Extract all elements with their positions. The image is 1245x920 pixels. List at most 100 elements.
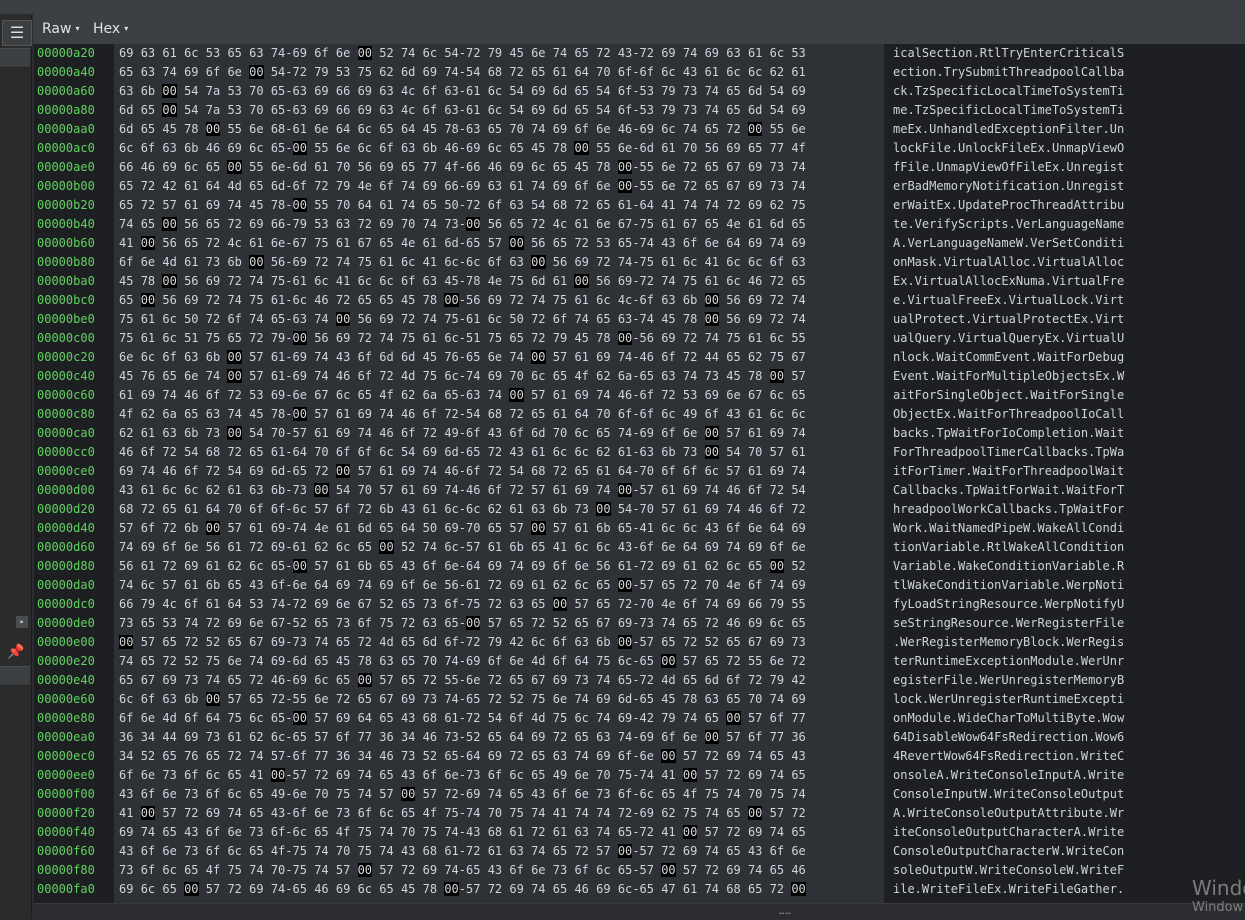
row-bytes[interactable]: 56 61 72 69 61 62 6c 65-00 57 61 6b 65 4… [119, 557, 806, 576]
hex-row[interactable]: 00000ac0 6c 6f 63 6b 46 69 6c 65-00 55 6e… [34, 139, 1245, 158]
hex-dropdown[interactable]: Hex ▾ [93, 21, 128, 37]
row-ascii[interactable]: itForTimer.WaitForThreadpoolWait [893, 462, 1124, 481]
row-ascii[interactable]: nlock.WaitCommEvent.WaitForDebug [893, 348, 1124, 367]
row-ascii[interactable]: Variable.WakeConditionVariable.R [893, 557, 1124, 576]
row-ascii[interactable]: icalSection.RtlTryEnterCriticalS [893, 44, 1124, 63]
row-ascii[interactable]: terRuntimeExceptionModule.WerUnr [893, 652, 1124, 671]
row-bytes[interactable]: 73 6f 6c 65 4f 75 74 70-75 74 57 00 57 7… [119, 861, 806, 880]
row-bytes[interactable]: 41 00 57 72 69 74 65 43-6f 6e 73 6f 6c 6… [119, 804, 806, 823]
row-bytes[interactable]: 6f 6e 4d 61 73 6b 00 56-69 72 74 75 61 6… [119, 253, 806, 272]
row-ascii[interactable]: onsoleA.WriteConsoleInputA.Write [893, 766, 1124, 785]
hex-row[interactable]: 00000f00 43 6f 6e 73 6f 6c 65 49-6e 70 75… [34, 785, 1245, 804]
row-bytes[interactable]: 57 6f 72 6b 00 57 61 69-74 4e 61 6d 65 6… [119, 519, 806, 538]
hex-row[interactable]: 00000b80 6f 6e 4d 61 73 6b 00 56-69 72 74… [34, 253, 1245, 272]
row-bytes[interactable]: 6e 6c 6f 63 6b 00 57 61-69 74 43 6f 6d 6… [119, 348, 806, 367]
hex-row[interactable]: 00000e40 65 67 69 73 74 65 72 46-69 6c 65… [34, 671, 1245, 690]
row-bytes[interactable]: 43 61 6c 6c 62 61 63 6b-73 00 54 70 57 6… [119, 481, 806, 500]
row-bytes[interactable]: 6f 6e 4d 6f 64 75 6c 65-00 57 69 64 65 4… [119, 709, 806, 728]
row-bytes[interactable]: 34 52 65 76 65 72 74 57-6f 77 36 34 46 7… [119, 747, 806, 766]
row-ascii[interactable]: seStringResource.WerRegisterFile [893, 614, 1124, 633]
row-ascii[interactable]: aitForSingleObject.WaitForSingle [893, 386, 1124, 405]
row-bytes[interactable]: 66 46 69 6c 65 00 55 6e-6d 61 70 56 69 6… [119, 158, 806, 177]
hex-row[interactable]: 00000d00 43 61 6c 6c 62 61 63 6b-73 00 54… [34, 481, 1245, 500]
row-bytes[interactable]: 43 6f 6e 73 6f 6c 65 4f-75 74 70 75 74 4… [119, 842, 806, 861]
side-panel-button[interactable] [0, 666, 30, 686]
hex-row[interactable]: 00000aa0 6d 65 45 78 00 55 6e 68-61 6e 64… [34, 120, 1245, 139]
row-bytes[interactable]: 75 61 6c 50 72 6f 74 65-63 74 00 56 69 7… [119, 310, 806, 329]
row-ascii[interactable]: iteConsoleOutputCharacterA.Write [893, 823, 1124, 842]
hex-row[interactable]: 00000ca0 62 61 63 6b 73 00 54 70-57 61 69… [34, 424, 1245, 443]
row-ascii[interactable]: 4RevertWow64FsRedirection.WriteC [893, 747, 1124, 766]
row-bytes[interactable]: 62 61 63 6b 73 00 54 70-57 61 69 74 46 6… [119, 424, 806, 443]
row-bytes[interactable]: 66 79 4c 6f 61 64 53 74-72 69 6e 67 52 6… [119, 595, 806, 614]
hex-row[interactable]: 00000cc0 46 6f 72 54 68 72 65 61-64 70 6f… [34, 443, 1245, 462]
raw-dropdown[interactable]: Raw ▾ [42, 21, 79, 37]
row-ascii[interactable]: ck.TzSpecificLocalTimeToSystemTi [893, 82, 1124, 101]
row-bytes[interactable]: 65 67 69 73 74 65 72 46-69 6c 65 00 57 6… [119, 671, 806, 690]
row-bytes[interactable]: 69 63 61 6c 53 65 63 74-69 6f 6e 00 52 7… [119, 44, 806, 63]
row-bytes[interactable]: 75 61 6c 51 75 65 72 79-00 56 69 72 74 7… [119, 329, 806, 348]
row-ascii[interactable]: Callbacks.TpWaitForWait.WaitForT [893, 481, 1124, 500]
row-bytes[interactable]: 43 6f 6e 73 6f 6c 65 49-6e 70 75 74 57 0… [119, 785, 806, 804]
row-ascii[interactable]: fyLoadStringResource.WerpNotifyU [893, 595, 1124, 614]
row-bytes[interactable]: 46 6f 72 54 68 72 65 61-64 70 6f 6f 6c 5… [119, 443, 806, 462]
row-bytes[interactable]: 65 72 42 61 64 4d 65 6d-6f 72 79 4e 6f 7… [119, 177, 806, 196]
hex-row[interactable]: 00000d60 74 69 6f 6e 56 61 72 69-61 62 6c… [34, 538, 1245, 557]
hex-row[interactable]: 00000a40 65 63 74 69 6f 6e 00 54-72 79 53… [34, 63, 1245, 82]
row-bytes[interactable]: 73 65 53 74 72 69 6e 67-52 65 73 6f 75 7… [119, 614, 806, 633]
hex-row[interactable]: 00000ce0 69 74 46 6f 72 54 69 6d-65 72 00… [34, 462, 1245, 481]
chevron-right-icon[interactable]: ▸ [16, 616, 28, 628]
hex-row[interactable]: 00000da0 74 6c 57 61 6b 65 43 6f-6e 64 69… [34, 576, 1245, 595]
hex-row[interactable]: 00000f60 43 6f 6e 73 6f 6c 65 4f-75 74 70… [34, 842, 1245, 861]
hex-row[interactable]: 00000a60 63 6b 00 54 7a 53 70 65-63 69 66… [34, 82, 1245, 101]
hex-row[interactable]: 00000c60 61 69 74 46 6f 72 53 69-6e 67 6c… [34, 386, 1245, 405]
row-ascii[interactable]: fFile.UnmapViewOfFileEx.Unregist [893, 158, 1124, 177]
row-bytes[interactable]: 6d 65 45 78 00 55 6e 68-61 6e 64 6c 65 6… [119, 120, 806, 139]
row-ascii[interactable]: ConsoleInputW.WriteConsoleOutput [893, 785, 1124, 804]
resize-grip-icon[interactable]: …… [779, 907, 792, 917]
row-ascii[interactable]: onModule.WideCharToMultiByte.Wow [893, 709, 1124, 728]
hex-row[interactable]: 00000e20 74 65 72 52 75 6e 74 69-6d 65 45… [34, 652, 1245, 671]
row-bytes[interactable]: 61 69 74 46 6f 72 53 69-6e 67 6c 65 4f 6… [119, 386, 806, 405]
row-ascii[interactable]: 64DisableWow64FsRedirection.Wow6 [893, 728, 1124, 747]
row-ascii[interactable]: ualQuery.VirtualQueryEx.VirtualU [893, 329, 1124, 348]
row-ascii[interactable]: A.VerLanguageNameW.VerSetConditi [893, 234, 1124, 253]
hex-row[interactable]: 00000e80 6f 6e 4d 6f 64 75 6c 65-00 57 69… [34, 709, 1245, 728]
row-ascii[interactable]: backs.TpWaitForIoCompletion.Wait [893, 424, 1124, 443]
hex-row[interactable]: 00000b00 65 72 42 61 64 4d 65 6d-6f 72 79… [34, 177, 1245, 196]
row-ascii[interactable]: erWaitEx.UpdateProcThreadAttribu [893, 196, 1124, 215]
row-bytes[interactable]: 68 72 65 61 64 70 6f 6f-6c 57 6f 72 6b 4… [119, 500, 806, 519]
hex-row[interactable]: 00000de0 73 65 53 74 72 69 6e 67-52 65 73… [34, 614, 1245, 633]
row-bytes[interactable]: 69 6c 65 00 57 72 69 74-65 46 69 6c 65 4… [119, 880, 806, 899]
row-bytes[interactable]: 4f 62 6a 65 63 74 45 78-00 57 61 69 74 4… [119, 405, 806, 424]
row-bytes[interactable]: 65 63 74 69 6f 6e 00 54-72 79 53 75 62 6… [119, 63, 806, 82]
hamburger-menu-icon[interactable]: ☰ [2, 20, 32, 46]
row-bytes[interactable]: 69 74 65 43 6f 6e 73 6f-6c 65 4f 75 74 7… [119, 823, 806, 842]
row-bytes[interactable]: 6d 65 00 54 7a 53 70 65-63 69 66 69 63 4… [119, 101, 806, 120]
row-bytes[interactable]: 6c 6f 63 6b 00 57 65 72-55 6e 72 65 67 6… [119, 690, 806, 709]
hex-row[interactable]: 00000d40 57 6f 72 6b 00 57 61 69-74 4e 61… [34, 519, 1245, 538]
pin-icon[interactable]: 📌 [6, 642, 26, 662]
row-bytes[interactable]: 74 6c 57 61 6b 65 43 6f-6e 64 69 74 69 6… [119, 576, 806, 595]
hex-row[interactable]: 00000d80 56 61 72 69 61 62 6c 65-00 57 61… [34, 557, 1245, 576]
row-bytes[interactable]: 00 57 65 72 52 65 67 69-73 74 65 72 4d 6… [119, 633, 806, 652]
row-bytes[interactable]: 74 65 72 52 75 6e 74 69-6d 65 45 78 63 6… [119, 652, 806, 671]
row-bytes[interactable]: 45 78 00 56 69 72 74 75-61 6c 41 6c 6c 6… [119, 272, 806, 291]
hex-row[interactable]: 00000e00 00 57 65 72 52 65 67 69-73 74 65… [34, 633, 1245, 652]
row-ascii[interactable]: te.VerifyScripts.VerLanguageName [893, 215, 1124, 234]
row-bytes[interactable]: 74 65 00 56 65 72 69 66-79 53 63 72 69 7… [119, 215, 806, 234]
row-bytes[interactable]: 36 34 44 69 73 61 62 6c-65 57 6f 77 36 3… [119, 728, 806, 747]
row-ascii[interactable]: hreadpoolWorkCallbacks.TpWaitFor [893, 500, 1124, 519]
row-ascii[interactable]: me.TzSpecificLocalTimeToSystemTi [893, 101, 1124, 120]
row-ascii[interactable]: onMask.VirtualAlloc.VirtualAlloc [893, 253, 1124, 272]
hex-row[interactable]: 00000e60 6c 6f 63 6b 00 57 65 72-55 6e 72… [34, 690, 1245, 709]
hex-row[interactable]: 00000c00 75 61 6c 51 75 65 72 79-00 56 69… [34, 329, 1245, 348]
row-ascii[interactable]: ObjectEx.WaitForThreadpoolIoCall [893, 405, 1124, 424]
row-ascii[interactable]: erBadMemoryNotification.Unregist [893, 177, 1124, 196]
row-bytes[interactable]: 6c 6f 63 6b 46 69 6c 65-00 55 6e 6c 6f 6… [119, 139, 806, 158]
row-bytes[interactable]: 45 76 65 6e 74 00 57 61-69 74 46 6f 72 4… [119, 367, 806, 386]
row-ascii[interactable]: Ex.VirtualAllocExNuma.VirtualFre [893, 272, 1124, 291]
row-ascii[interactable]: lock.WerUnregisterRuntimeExcepti [893, 690, 1124, 709]
hex-row[interactable]: 00000b20 65 72 57 61 69 74 45 78-00 55 70… [34, 196, 1245, 215]
hex-row[interactable]: 00000ee0 6f 6e 73 6f 6c 65 41 00-57 72 69… [34, 766, 1245, 785]
